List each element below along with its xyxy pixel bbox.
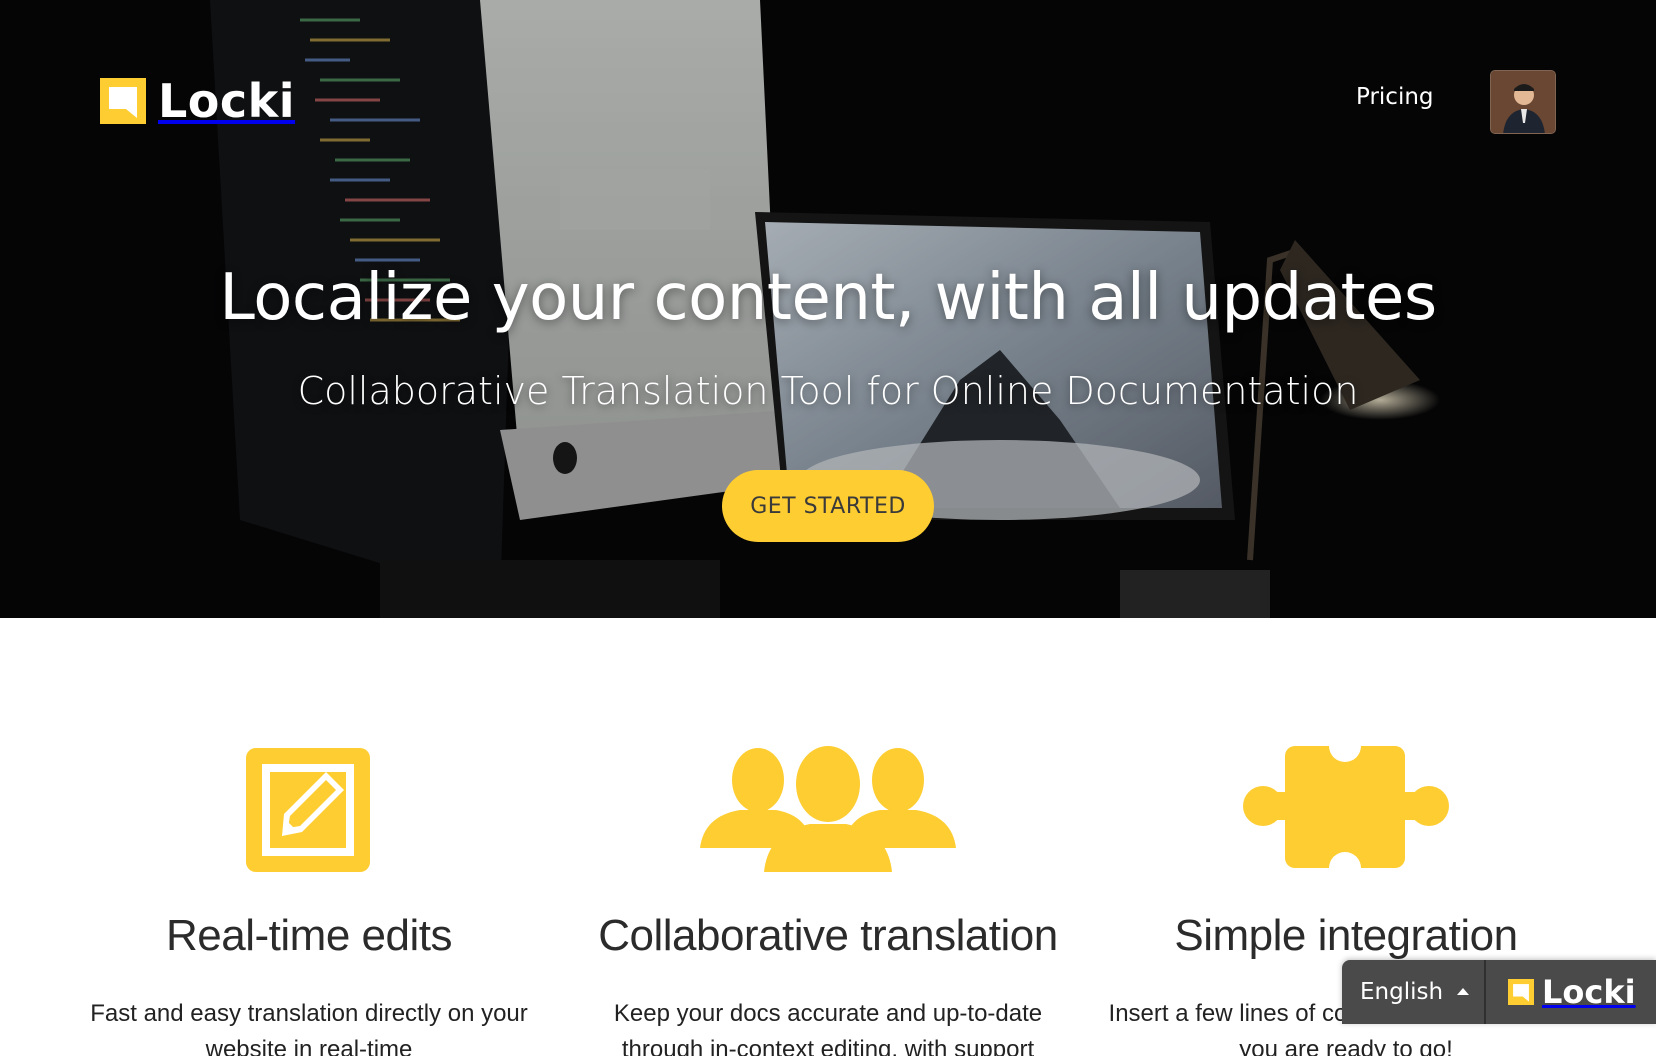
caret-up-icon	[1457, 987, 1470, 995]
logo-mark-icon	[1508, 979, 1534, 1005]
avatar-image	[1491, 71, 1555, 133]
user-avatar[interactable]	[1490, 70, 1556, 134]
hero-subtitle: Collaborative Translation Tool for Onlin…	[297, 369, 1359, 413]
edit-icon	[246, 748, 370, 872]
feature-description: Keep your docs accurate and up-to-date t…	[613, 1000, 1043, 1056]
language-selector[interactable]: English	[1342, 960, 1484, 1024]
language-widget: English Locki	[1342, 960, 1656, 1024]
users-icon	[700, 746, 956, 872]
hero-section: Locki Pricing Localize your content, wit…	[0, 0, 1656, 618]
puzzle-icon	[1243, 744, 1449, 870]
logo-mark-icon	[100, 78, 146, 124]
widget-brand-link[interactable]: Locki	[1486, 960, 1636, 1024]
feature-title: Simple integration	[1174, 911, 1518, 960]
widget-brand-text: Locki	[1542, 973, 1636, 1011]
nav-link-pricing[interactable]: Pricing	[1356, 80, 1434, 114]
brand-logo[interactable]: Locki	[100, 76, 295, 126]
logo-text: Locki	[158, 74, 296, 128]
feature-title: Collaborative translation	[598, 911, 1058, 960]
current-language-label: English	[1360, 979, 1444, 1005]
hero-title: Localize your content, with all updates	[219, 261, 1437, 335]
feature-description: Fast and easy translation directly on yo…	[90, 1000, 528, 1056]
feature-title: Real-time edits	[166, 911, 452, 960]
get-started-button[interactable]: GET STARTED	[722, 470, 934, 542]
